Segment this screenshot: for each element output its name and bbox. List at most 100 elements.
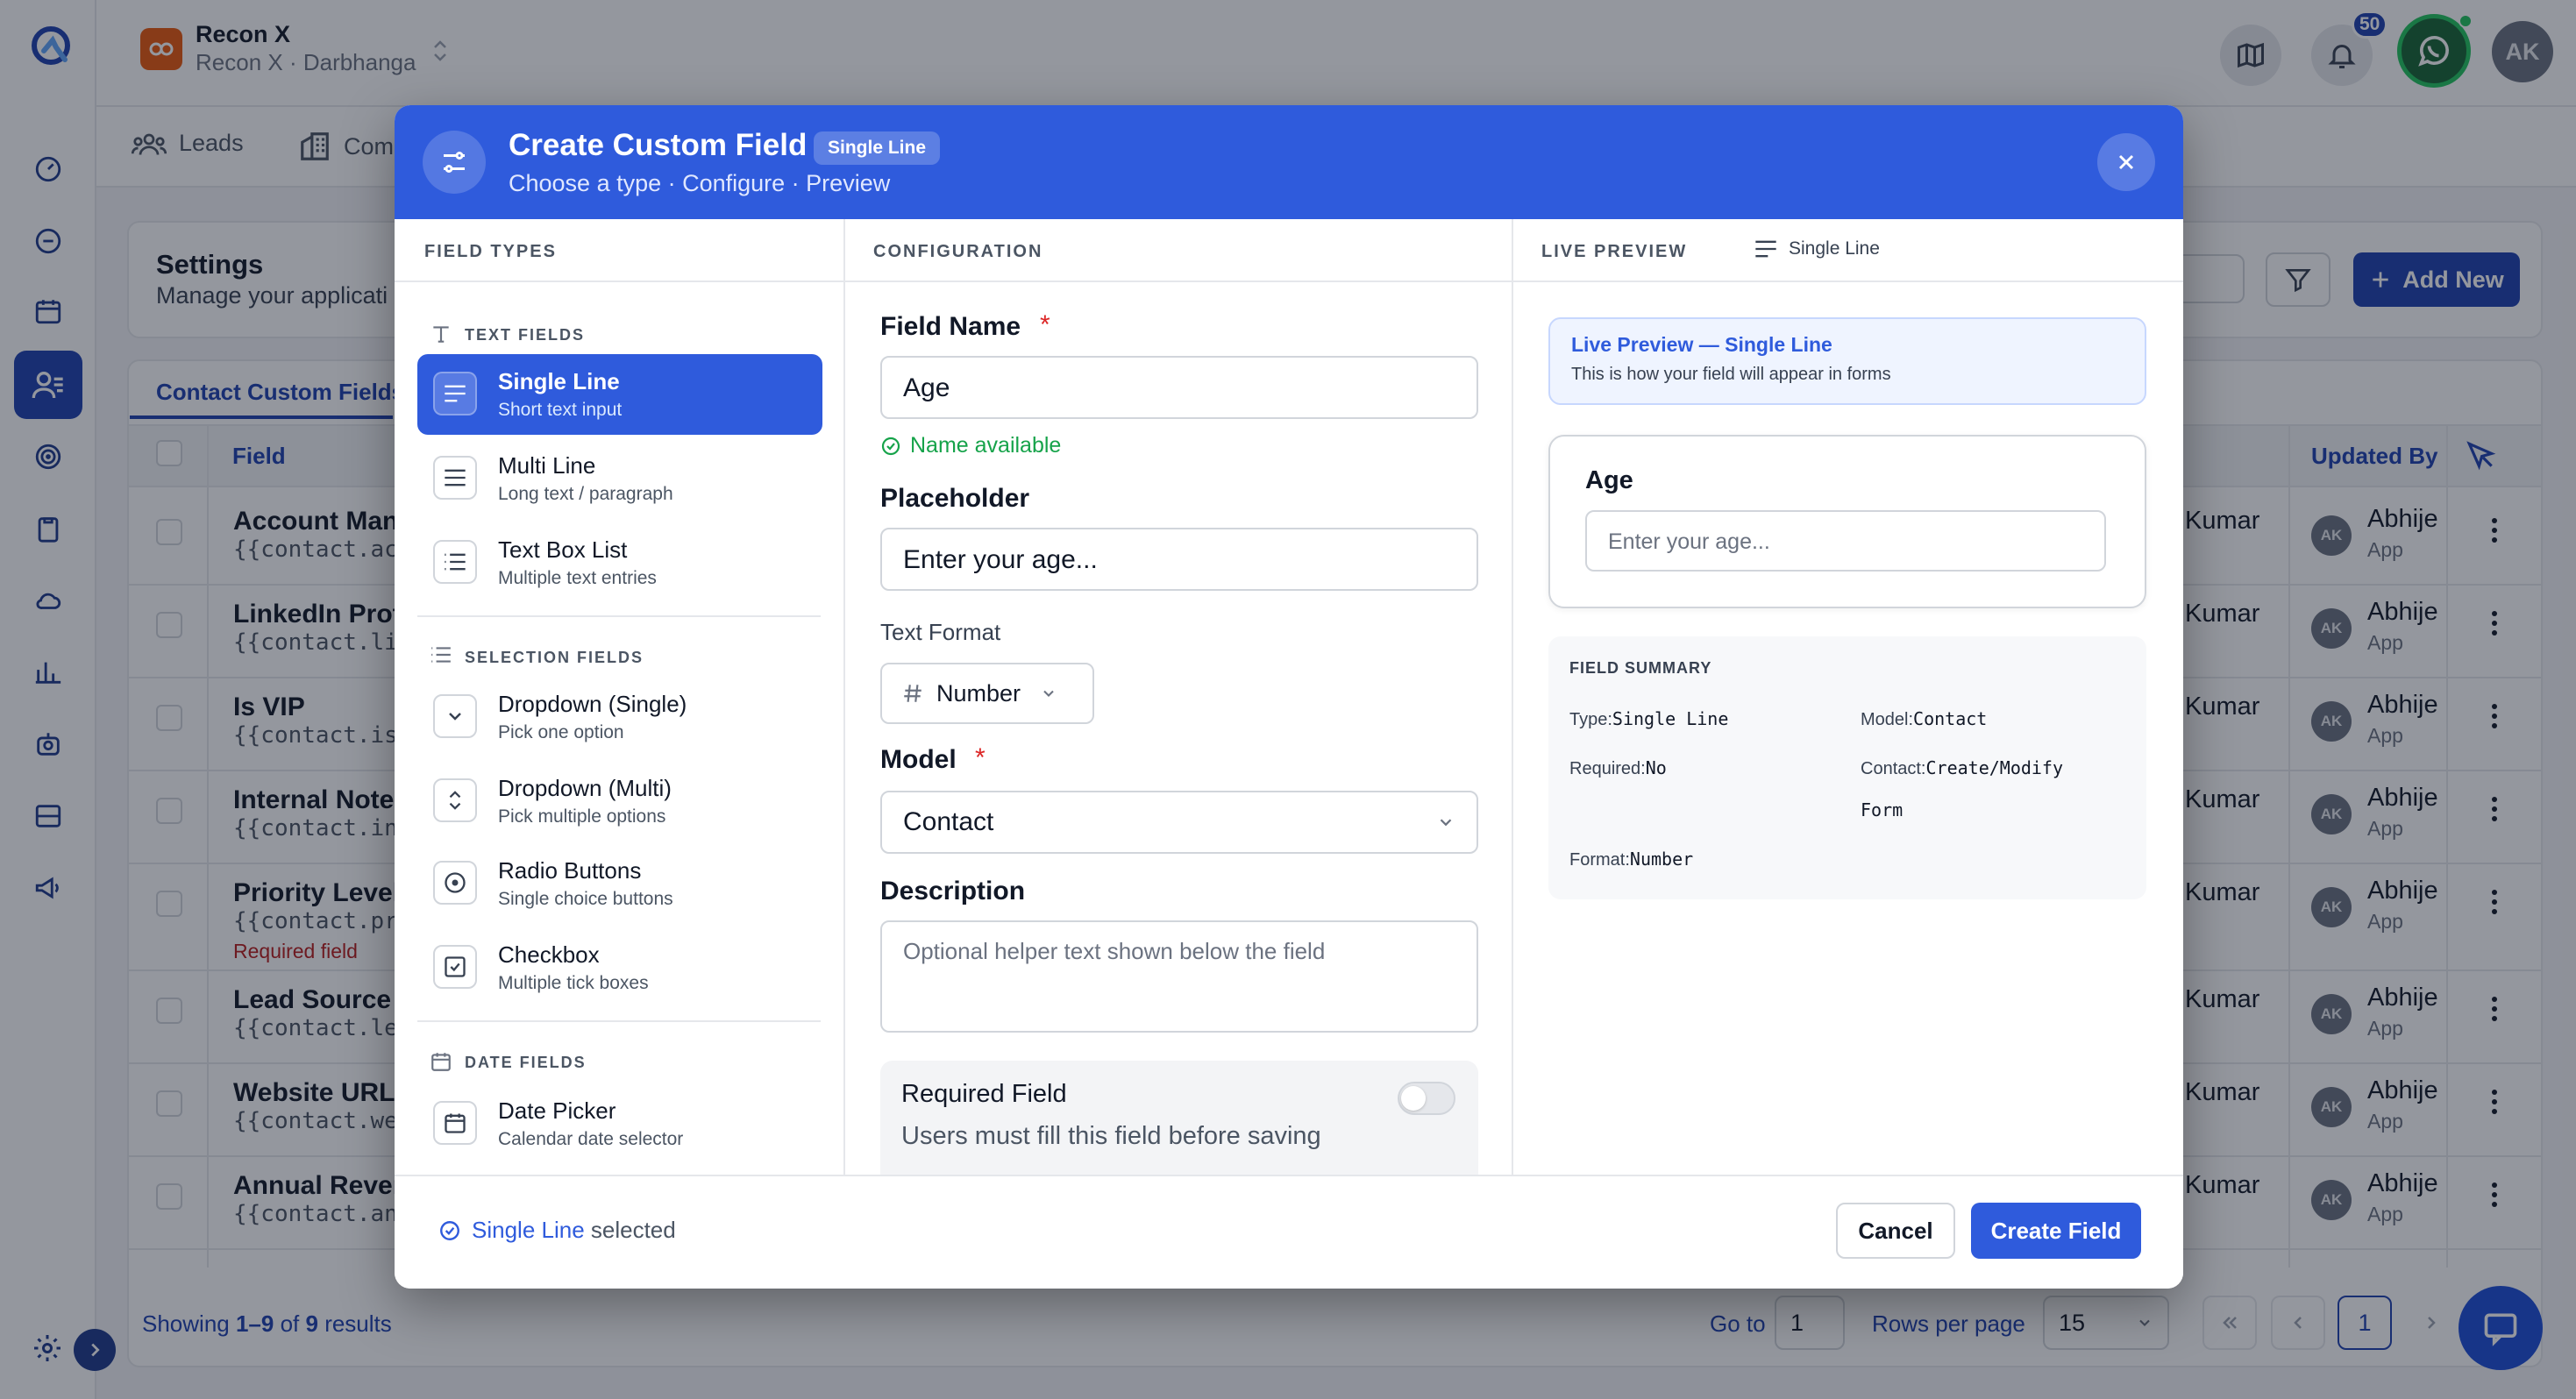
summary-value: No (1645, 757, 1667, 778)
modal-title: Create Custom Field (509, 128, 808, 162)
sliders-icon (423, 131, 486, 194)
field-type-text-box-list[interactable]: Text Box List Multiple text entries (417, 522, 822, 603)
modal-type-badge: Single Line (814, 131, 941, 165)
field-type-dropdown-single[interactable]: Dropdown (Single) Pick one option (417, 677, 822, 757)
field-type-label: Single Line (498, 368, 620, 394)
field-name-input[interactable]: Age (880, 356, 1478, 419)
group-label-selection-fields: SELECTION FIELDS (465, 649, 644, 666)
column-divider (843, 219, 845, 1280)
config-type-label: Single Line (1789, 238, 1880, 259)
checkbox-icon (433, 945, 477, 989)
field-type-label: Checkbox (498, 941, 600, 968)
field-type-label: Dropdown (Single) (498, 691, 687, 717)
name-available-status: Name available (880, 433, 1061, 458)
field-name-label: Field Name (880, 312, 1021, 341)
column-headers (395, 219, 2183, 282)
name-available-text: Name available (910, 433, 1062, 458)
chevron-updown-icon (433, 778, 477, 822)
field-type-desc: Pick one option (498, 722, 624, 742)
summary-contact-cont: Form (1861, 799, 1903, 821)
hash-icon (904, 685, 922, 702)
placeholder-input[interactable]: Enter your age... (880, 528, 1478, 591)
required-field-title: Required Field (901, 1080, 1067, 1108)
selected-type-text: Single Line selected (472, 1217, 676, 1244)
field-type-dropdown-multi[interactable]: Dropdown (Multi) Pick multiple options (417, 761, 822, 842)
selected-type-name: Single Line (472, 1217, 585, 1243)
model-value: Contact (903, 807, 994, 836)
field-type-desc: Long text / paragraph (498, 484, 673, 504)
calendar-icon (433, 1101, 477, 1145)
summary-key: Required: (1569, 759, 1646, 778)
summary-key: Format: (1569, 850, 1630, 870)
summary-key: Model: (1861, 710, 1914, 729)
column-divider (1512, 219, 1513, 1280)
field-types-heading: FIELD TYPES (424, 242, 557, 261)
required-star: * (1040, 310, 1050, 339)
field-type-desc: Multiple text entries (498, 568, 657, 588)
group-label-date-fields: DATE FIELDS (465, 1054, 587, 1071)
preview-field-input[interactable]: Enter your age... (1585, 510, 2106, 572)
selected-suffix: selected (584, 1217, 676, 1243)
selected-type-status: Single Line selected (438, 1217, 676, 1244)
live-preview-banner (1548, 317, 2146, 405)
field-type-label: Date Picker (498, 1097, 616, 1124)
configuration-heading: CONFIGURATION (873, 242, 1043, 261)
field-type-desc: Calendar date selector (498, 1129, 684, 1149)
radio-icon (433, 861, 477, 905)
close-icon (2118, 154, 2134, 170)
align-lines-icon (433, 372, 477, 415)
check-circle-icon (881, 437, 900, 455)
summary-value: Contact (1913, 708, 1988, 729)
modal-subtitle: Choose a type · Configure · Preview (509, 170, 891, 196)
list-icon (430, 645, 452, 664)
config-type-indicator: Single Line (1754, 238, 1880, 259)
preview-field-label: Age (1585, 466, 1633, 494)
field-type-desc: Multiple tick boxes (498, 973, 649, 993)
model-label: Model (880, 745, 957, 774)
chevron-down-icon (433, 694, 477, 738)
field-type-label: Radio Buttons (498, 857, 642, 884)
group-separator (417, 615, 821, 617)
summary-model: Model:Contact (1861, 708, 1987, 730)
menu-lines-icon (433, 456, 477, 500)
summary-key: Contact: (1861, 759, 1926, 778)
field-type-desc: Pick multiple options (498, 806, 666, 827)
description-textarea[interactable]: Optional helper text shown below the fie… (880, 920, 1478, 1033)
list-icon (433, 540, 477, 584)
close-modal-button[interactable] (2097, 133, 2155, 191)
required-star: * (975, 743, 986, 772)
align-lines-icon (1755, 240, 1776, 258)
group-separator (417, 1020, 821, 1022)
text-format-select[interactable]: Number (880, 663, 1094, 724)
summary-format: Format:Number (1569, 849, 1693, 870)
summary-type: Type:Single Line (1569, 708, 1728, 730)
field-type-label: Multi Line (498, 452, 596, 479)
field-type-desc: Short text input (498, 400, 623, 420)
text-type-icon (430, 323, 452, 345)
field-type-label: Dropdown (Multi) (498, 775, 672, 801)
summary-key: Type: (1569, 710, 1612, 729)
field-summary-title: FIELD SUMMARY (1569, 659, 1712, 677)
field-type-single-line[interactable]: Single Line Short text input (417, 354, 822, 435)
chevron-down-icon (1440, 819, 1452, 827)
create-custom-field-modal: Create Custom Field Single Line Choose a… (395, 105, 2183, 1289)
summary-required: Required:No (1569, 757, 1667, 779)
field-type-multi-line[interactable]: Multi Line Long text / paragraph (417, 438, 822, 519)
text-format-label: Text Format (880, 619, 1001, 645)
field-type-radio-buttons[interactable]: Radio Buttons Single choice buttons (417, 843, 822, 924)
summary-contact: Contact:Create/Modify (1861, 757, 2063, 779)
required-toggle-knob[interactable] (1401, 1086, 1426, 1111)
required-field-subtitle: Users must fill this field before saving (901, 1122, 1321, 1150)
field-type-checkbox[interactable]: Checkbox Multiple tick boxes (417, 927, 822, 1008)
field-type-date-picker[interactable]: Date Picker Calendar date selector (417, 1083, 822, 1164)
create-field-button[interactable]: Create Field (1971, 1203, 2141, 1259)
model-select[interactable]: Contact (880, 791, 1478, 854)
summary-value: Number (1629, 849, 1694, 870)
live-preview-title: Live Preview — Single Line (1571, 333, 1832, 356)
summary-value: Form (1861, 799, 1904, 820)
cancel-button[interactable]: Cancel (1836, 1203, 1955, 1259)
summary-value: Create/Modify (1925, 757, 2064, 778)
calendar-icon (430, 1050, 452, 1073)
description-label: Description (880, 877, 1026, 905)
summary-value: Single Line (1612, 708, 1729, 729)
